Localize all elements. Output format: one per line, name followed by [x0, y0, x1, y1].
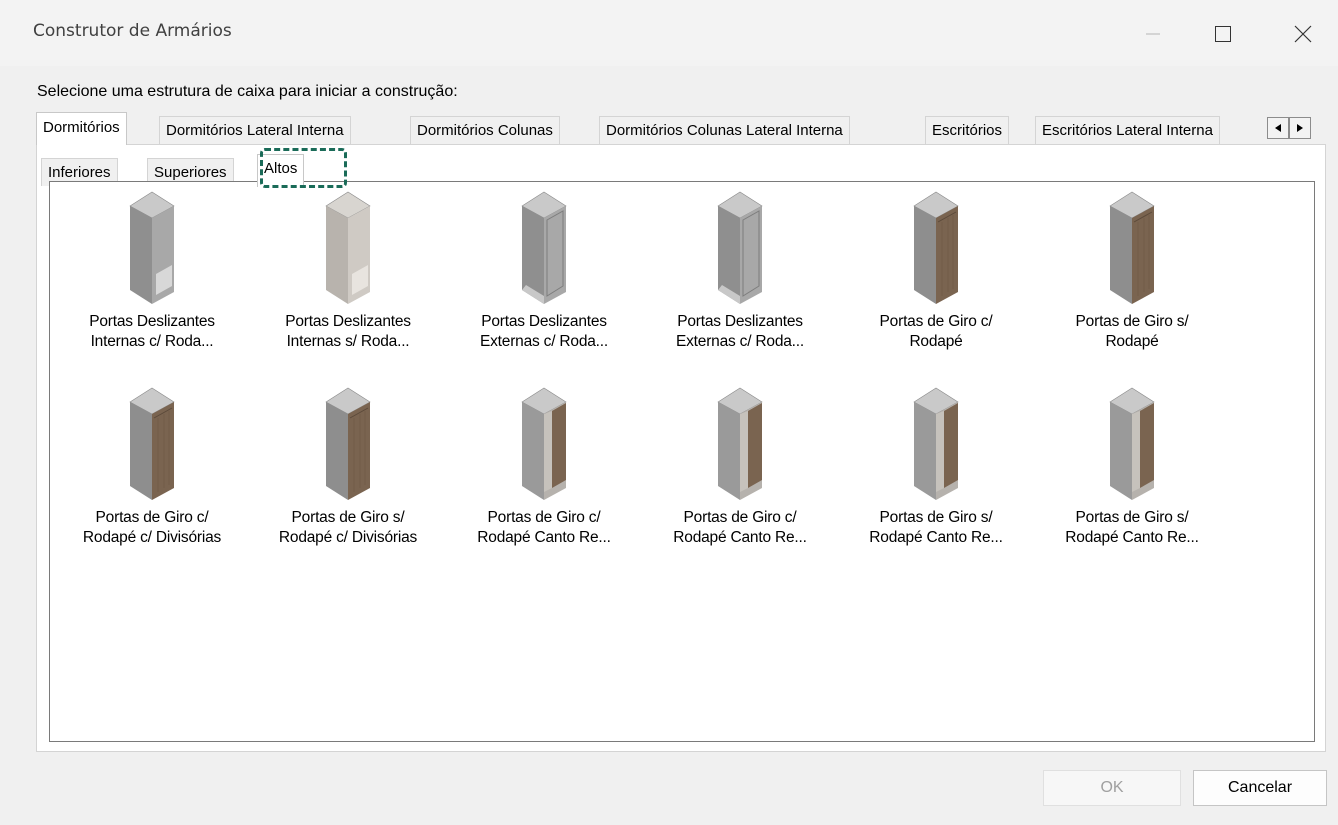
close-button[interactable]	[1280, 14, 1326, 54]
cabinet-item-label-line2: Rodapé	[1105, 333, 1159, 350]
cabinet-item[interactable]: Portas de Giro c/Rodapé	[838, 188, 1034, 384]
cabinet-item-label-line1: Portas de Giro s/	[1075, 509, 1189, 526]
cabinet-item-label-line2: Rodapé Canto Re...	[1065, 529, 1199, 546]
cabinet-item[interactable]: Portas Deslizantes Internas c/ Roda...	[54, 188, 250, 384]
cabinet-item-label: Portas de Giro s/Rodapé	[1036, 312, 1228, 352]
tab-escritorios-lateral-interna[interactable]: Escritórios Lateral Interna	[1035, 116, 1220, 144]
cabinet-item-label-line1: Portas Deslizantes	[481, 313, 607, 330]
window-title: Construtor de Armários	[33, 21, 232, 41]
cabinet-sliding-light-icon	[250, 188, 446, 306]
tab-scroll-left-button[interactable]	[1267, 117, 1289, 139]
cabinet-wood-door-icon	[838, 188, 1034, 306]
cabinet-item-label-line1: Portas de Giro c/	[487, 509, 601, 526]
cabinet-sliding-gray-icon	[54, 188, 250, 306]
cabinet-item-label: Portas de Giro s/Rodapé Canto Re...	[1036, 508, 1228, 548]
cabinet-item-label-line2: Rodapé Canto Re...	[869, 529, 1003, 546]
cabinet-item-label: Portas Deslizantes Externas c/ Roda...	[644, 312, 836, 352]
cabinet-item-label-line2: Rodapé Canto Re...	[477, 529, 611, 546]
cabinet-list[interactable]: Portas Deslizantes Internas c/ Roda... Por…	[49, 181, 1315, 742]
cabinet-item[interactable]: Portas Deslizantes Externas c/ Roda...	[446, 188, 642, 384]
triangle-right-icon	[1297, 124, 1303, 132]
cabinet-item[interactable]: Portas de Giro s/Rodapé Canto Re...	[1034, 384, 1230, 580]
ok-button[interactable]: OK	[1043, 770, 1181, 806]
cabinet-item-label-line2: Rodapé c/ Divisórias	[82, 529, 222, 546]
cabinet-item-label-line2: Externas c/ Roda...	[675, 333, 804, 350]
cabinet-item-label: Portas Deslizantes Externas c/ Roda...	[448, 312, 640, 352]
cabinet-item-label-line1: Portas de Giro c/	[879, 313, 993, 330]
cabinet-item-label: Portas de Giro c/Rodapé c/ Divisórias	[56, 508, 248, 548]
tab-scroll-right-button[interactable]	[1289, 117, 1311, 139]
tab-altos[interactable]: Altos	[257, 154, 305, 187]
cancel-button[interactable]: Cancelar	[1193, 770, 1327, 806]
cabinet-item-label-line2: Internas c/ Roda...	[90, 333, 214, 350]
cabinet-sliding-external-icon	[642, 188, 838, 306]
maximize-button[interactable]	[1200, 14, 1246, 54]
close-icon	[1294, 25, 1312, 43]
cabinet-item-label: Portas Deslizantes Internas s/ Roda...	[252, 312, 444, 352]
cabinet-item-label-line1: Portas de Giro s/	[291, 509, 405, 526]
maximize-icon	[1215, 26, 1231, 42]
cabinet-item-label-line2: Internas s/ Roda...	[286, 333, 410, 350]
cabinet-item-label-line1: Portas de Giro s/	[879, 509, 993, 526]
cabinet-item-label-line2: Rodapé Canto Re...	[673, 529, 807, 546]
cabinet-item-label: Portas de Giro s/Rodapé c/ Divisórias	[252, 508, 444, 548]
cabinet-item-label: Portas Deslizantes Internas c/ Roda...	[56, 312, 248, 352]
tab-dormitorios-colunas[interactable]: Dormitórios Colunas	[410, 116, 560, 144]
cabinet-item[interactable]: Portas de Giro c/Rodapé Canto Re...	[446, 384, 642, 580]
cabinet-item-label: Portas de Giro c/Rodapé Canto Re...	[644, 508, 836, 548]
cabinet-item-label: Portas de Giro c/Rodapé	[840, 312, 1032, 352]
cabinet-corner-icon	[838, 384, 1034, 502]
cabinet-item-label-line1: Portas de Giro c/	[683, 509, 797, 526]
cabinet-grid: Portas Deslizantes Internas c/ Roda... Por…	[54, 188, 1230, 580]
main-tabstrip: Dormitórios Dormitórios Lateral Interna …	[36, 112, 1316, 145]
cabinet-wood-door-icon	[250, 384, 446, 502]
cabinet-item-label-line1: Portas Deslizantes	[677, 313, 803, 330]
cabinet-corner-icon	[446, 384, 642, 502]
cabinet-wood-door-icon	[54, 384, 250, 502]
cabinet-sliding-external-icon	[446, 188, 642, 306]
cabinet-item-label-line2: Externas c/ Roda...	[479, 333, 608, 350]
minimize-button[interactable]	[1130, 14, 1176, 54]
cabinet-item-label-line1: Portas de Giro s/	[1075, 313, 1189, 330]
cabinet-wood-door-icon	[1034, 188, 1230, 306]
tab-dormitorios-colunas-lateral-interna[interactable]: Dormitórios Colunas Lateral Interna	[599, 116, 850, 144]
title-bar: Construtor de Armários	[0, 0, 1338, 66]
cabinet-item-label: Portas de Giro s/Rodapé Canto Re...	[840, 508, 1032, 548]
cabinet-item[interactable]: Portas Deslizantes Internas s/ Roda...	[250, 188, 446, 384]
minimize-icon	[1146, 33, 1160, 35]
cabinet-item-label-line2: Rodapé	[909, 333, 963, 350]
tab-dormitorios-lateral-interna[interactable]: Dormitórios Lateral Interna	[159, 116, 351, 144]
cabinet-item[interactable]: Portas Deslizantes Externas c/ Roda...	[642, 188, 838, 384]
cabinet-item[interactable]: Portas de Giro c/Rodapé Canto Re...	[642, 384, 838, 580]
cabinet-item-label-line2: Rodapé c/ Divisórias	[278, 529, 418, 546]
cabinet-item[interactable]: Portas de Giro c/Rodapé c/ Divisórias	[54, 384, 250, 580]
tab-scroll-buttons	[1267, 117, 1311, 139]
cabinet-item[interactable]: Portas de Giro s/Rodapé	[1034, 188, 1230, 384]
cabinet-item-label-line1: Portas de Giro c/	[95, 509, 209, 526]
cabinet-item[interactable]: Portas de Giro s/Rodapé c/ Divisórias	[250, 384, 446, 580]
cabinet-item[interactable]: Portas de Giro s/Rodapé Canto Re...	[838, 384, 1034, 580]
cabinet-corner-icon	[642, 384, 838, 502]
cabinet-corner-icon	[1034, 384, 1230, 502]
tab-dormitorios[interactable]: Dormitórios	[36, 112, 127, 145]
instruction-text: Selecione uma estrutura de caixa para in…	[37, 83, 458, 100]
cabinet-item-label: Portas de Giro c/Rodapé Canto Re...	[448, 508, 640, 548]
cabinet-item-label-line1: Portas Deslizantes	[89, 313, 215, 330]
triangle-left-icon	[1275, 124, 1281, 132]
tab-content-panel: Inferiores Superiores Altos Portas Desli…	[36, 144, 1326, 752]
tab-escritorios[interactable]: Escritórios	[925, 116, 1010, 144]
cabinet-item-label-line1: Portas Deslizantes	[285, 313, 411, 330]
